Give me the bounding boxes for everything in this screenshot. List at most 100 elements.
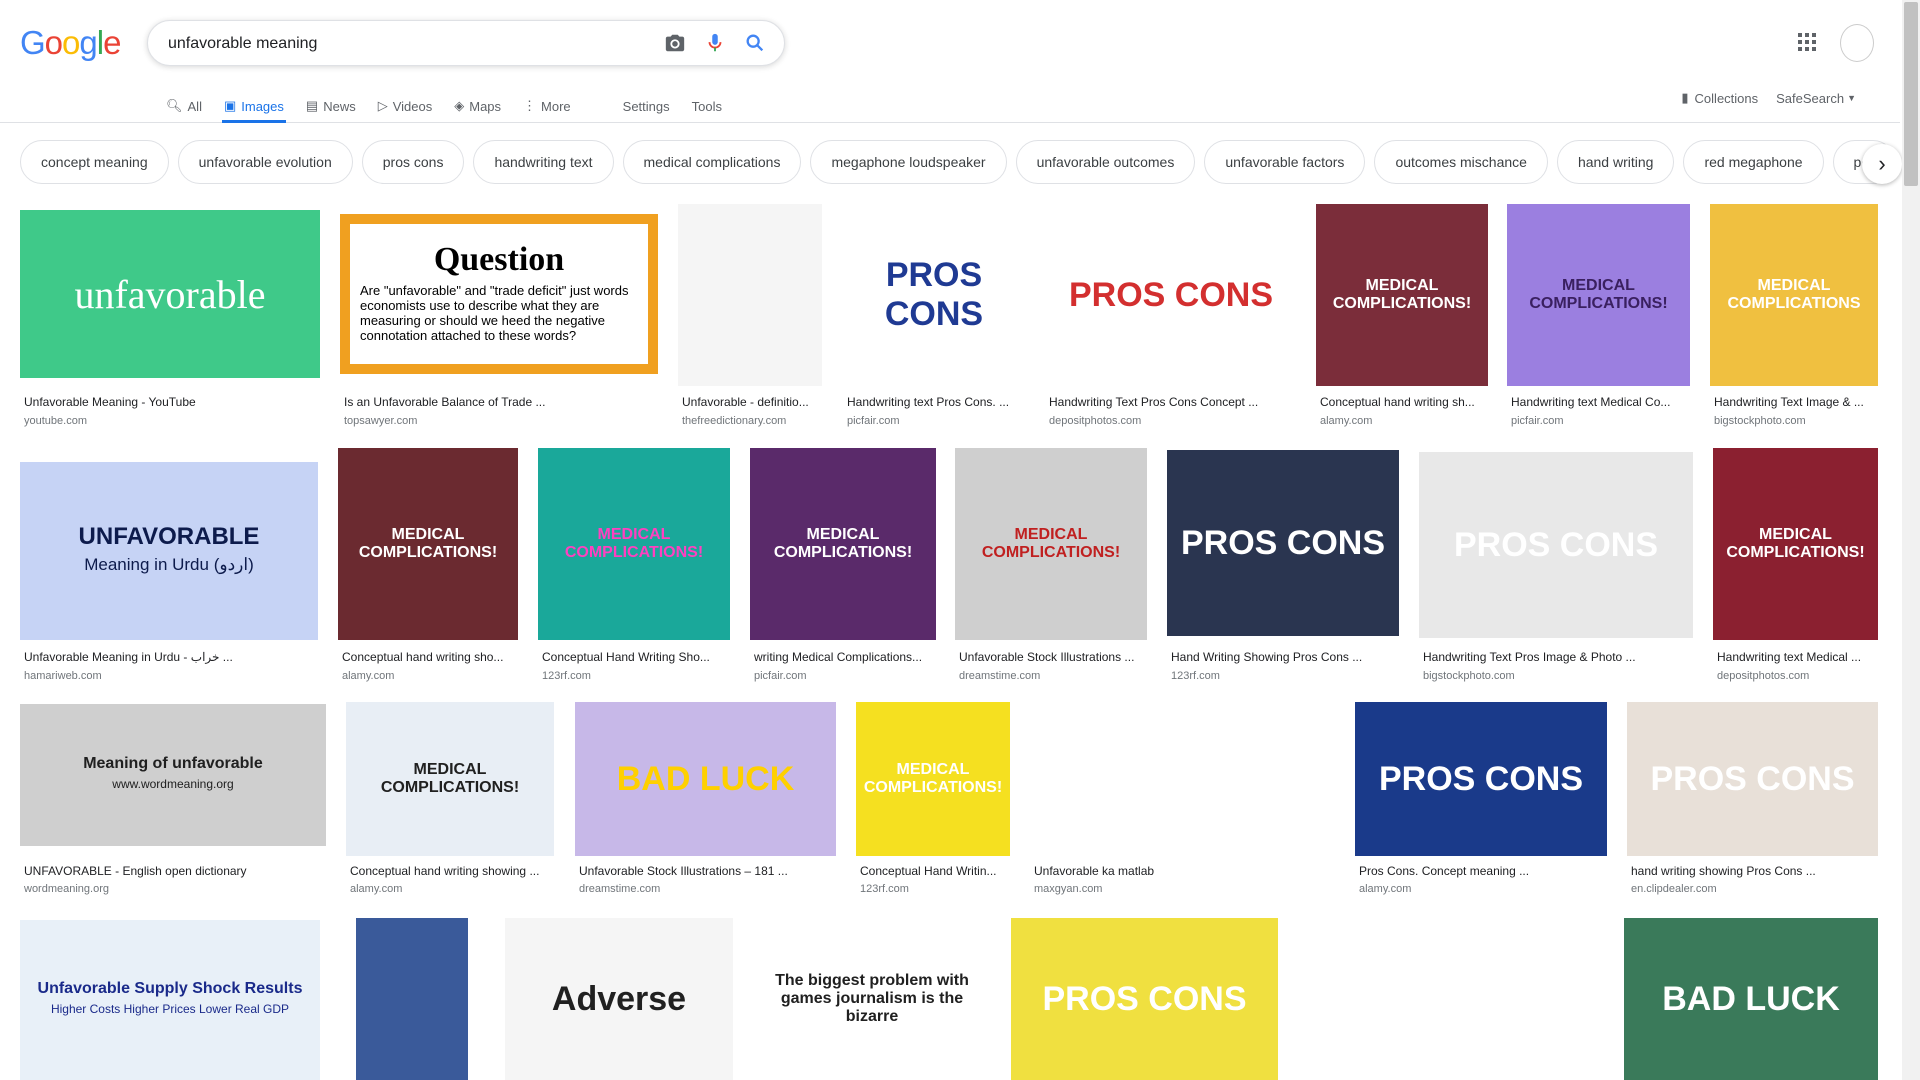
result-title[interactable]: Is an Unfavorable Balance of Trade ... [344,395,656,409]
chip[interactable]: red megaphone [1683,140,1824,184]
result-thumbnail[interactable]: Unfavorable Supply Shock Results Higher C… [20,920,320,1080]
result-source[interactable]: thefreedictionary.com [682,415,820,427]
result-thumbnail[interactable] [678,204,822,386]
result-title[interactable]: Conceptual Hand Writin... [860,864,1008,878]
result-title[interactable]: writing Medical Complications... [754,650,934,664]
result-title[interactable]: Unfavorable - definitio... [682,395,820,409]
microphone-icon[interactable] [704,32,726,54]
result-source[interactable]: bigstockphoto.com [1423,670,1691,682]
search-input[interactable] [166,31,630,57]
chip[interactable]: medical complications [622,140,802,184]
result-title[interactable]: Unfavorable Stock Illustrations – 181 ..… [579,864,834,878]
tab-videos[interactable]: ▷ Videos [378,90,433,122]
result-thumbnail[interactable]: Question Are "unfavorable" and "trade def… [340,214,658,374]
result-thumbnail[interactable]: MEDICAL COMPLICATIONS! [338,448,518,640]
result-source[interactable]: depositphotos.com [1717,670,1876,682]
result-thumbnail[interactable]: PROS CONS [1627,702,1878,856]
result-title[interactable]: Unfavorable Meaning - YouTube [24,395,318,409]
camera-icon[interactable] [664,32,686,54]
result-source[interactable]: hamariweb.com [24,670,316,682]
result-source[interactable]: alamy.com [1359,883,1605,895]
safesearch-button[interactable]: SafeSearch ▼ [1776,91,1856,106]
result-source[interactable]: bigstockphoto.com [1714,415,1876,427]
chip[interactable]: unfavorable outcomes [1015,140,1196,184]
result-thumbnail[interactable]: PROS CONS [1045,204,1297,386]
result-title[interactable]: Handwriting Text Pros Cons Concept ... [1049,395,1295,409]
tab-news[interactable]: ▤ News [306,90,356,122]
result-source[interactable]: depositphotos.com [1049,415,1295,427]
chevron-right-icon[interactable]: › [1862,144,1902,184]
account-avatar[interactable] [1840,24,1874,62]
result-thumbnail[interactable]: BAD LUCK [575,702,836,856]
result-source[interactable]: alamy.com [342,670,516,682]
tab-settings[interactable]: Settings [623,90,670,122]
apps-grid-icon[interactable] [1795,30,1819,54]
result-source[interactable]: 123rf.com [542,670,728,682]
chip[interactable]: hand writing [1556,140,1675,184]
scrollbar[interactable] [1902,0,1920,1080]
result-title[interactable]: Conceptual hand writing showing ... [350,864,552,878]
result-source[interactable]: alamy.com [1320,415,1486,427]
result-source[interactable]: dreamstime.com [959,670,1145,682]
result-thumbnail[interactable]: PROS CONS [1011,918,1278,1080]
result-thumbnail[interactable]: UNFAVORABLE Meaning in Urdu (اردو) [20,462,318,640]
result-thumbnail[interactable]: PROS CONS [1167,450,1399,636]
result-thumbnail[interactable] [1297,920,1603,1080]
search-icon[interactable] [744,32,766,54]
result-title[interactable]: Handwriting text Medical ... [1717,650,1876,664]
chip[interactable]: megaphone loudspeaker [810,140,1007,184]
result-source[interactable]: youtube.com [24,415,318,427]
result-thumbnail[interactable]: The biggest problem with games journalis… [752,918,992,1080]
result-title[interactable]: Unfavorable ka matlab [1034,864,1332,878]
result-source[interactable]: alamy.com [350,883,552,895]
result-thumbnail[interactable]: MEDICAL COMPLICATIONS! [856,702,1010,856]
tab-tools[interactable]: Tools [692,90,722,122]
result-source[interactable]: topsawyer.com [344,415,656,427]
result-thumbnail[interactable]: PROS CONS [1419,452,1693,638]
tab-maps[interactable]: ◈ Maps [454,90,501,122]
tab-images[interactable]: ▣ Images [221,90,286,123]
result-title[interactable]: Pros Cons. Concept meaning ... [1359,864,1605,878]
collections-button[interactable]: ▮ Collections [1681,90,1758,106]
chip[interactable]: pros cons [361,140,465,184]
result-thumbnail[interactable]: MEDICAL COMPLICATIONS! [955,448,1147,640]
result-thumbnail[interactable]: Meaning of unfavorable www.wordmeaning.or… [20,704,326,846]
result-thumbnail[interactable]: BAD LUCK [1624,918,1878,1080]
chip[interactable]: concept meaning [20,140,169,184]
result-title[interactable]: Handwriting text Medical Co... [1511,395,1688,409]
result-source[interactable]: picfair.com [847,415,1023,427]
tab-more[interactable]: ⋮ More [523,90,571,122]
result-thumbnail[interactable]: MEDICAL COMPLICATIONS! [1316,204,1488,386]
result-title[interactable]: Unfavorable Stock Illustrations ... [959,650,1145,664]
chip[interactable]: outcomes mischance [1374,140,1548,184]
result-thumbnail[interactable]: MEDICAL COMPLICATIONS! [1507,204,1690,386]
result-source[interactable]: picfair.com [1511,415,1688,427]
result-thumbnail[interactable] [356,918,468,1080]
chip[interactable]: handwriting text [473,140,614,184]
result-title[interactable]: Handwriting text Pros Cons. ... [847,395,1023,409]
result-source[interactable]: maxgyan.com [1034,883,1332,895]
result-thumbnail[interactable]: MEDICAL COMPLICATIONS! [750,448,936,640]
result-thumbnail[interactable]: MEDICAL COMPLICATIONS! [1713,448,1878,640]
result-title[interactable]: Hand Writing Showing Pros Cons ... [1171,650,1397,664]
result-title[interactable]: hand writing showing Pros Cons ... [1631,864,1876,878]
result-title[interactable]: Unfavorable Meaning in Urdu - خراب ... [24,650,316,664]
result-source[interactable]: dreamstime.com [579,883,834,895]
result-title[interactable]: UNFAVORABLE - English open dictionary [24,864,324,878]
scrollbar-thumb[interactable] [1904,2,1918,186]
result-thumbnail[interactable]: MEDICAL COMPLICATIONS! [346,702,554,856]
result-thumbnail[interactable]: unfavorable [20,210,320,378]
tab-all[interactable]: 🔍︎ All [166,90,202,122]
result-thumbnail[interactable]: PROS CONS [1355,702,1607,856]
result-title[interactable]: Conceptual hand writing sho... [342,650,516,664]
result-thumbnail[interactable] [1030,702,1334,856]
result-title[interactable]: Handwriting Text Pros Image & Photo ... [1423,650,1691,664]
result-title[interactable]: Handwriting Text Image & ... [1714,395,1876,409]
result-thumbnail[interactable]: PROS CONS [843,204,1025,386]
result-title[interactable]: Conceptual Hand Writing Sho... [542,650,728,664]
chip[interactable]: unfavorable evolution [177,140,353,184]
result-source[interactable]: wordmeaning.org [24,883,324,895]
result-source[interactable]: en.clipdealer.com [1631,883,1876,895]
result-thumbnail[interactable]: MEDICAL COMPLICATIONS [1710,204,1878,386]
result-source[interactable]: 123rf.com [860,883,1008,895]
